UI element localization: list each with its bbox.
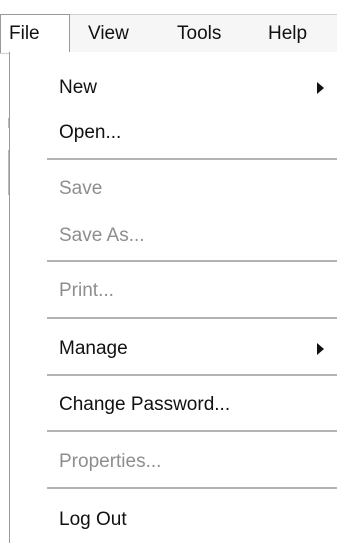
submenu-arrow-icon [317,343,324,355]
menu-item-label: Save As... [59,225,145,246]
submenu-arrow-icon [317,82,324,94]
menu-item-label: Manage [59,338,128,359]
menu-item-print: Print... [59,279,114,303]
menu-separator [47,374,337,376]
menu-separator [47,158,337,160]
menu-item-label: Print... [59,280,114,301]
menu-separator [47,487,337,489]
file-menu-dropdown: New Open... Save Save As... Print... Man… [9,52,337,543]
menu-separator [47,317,337,319]
menu-item-save-as: Save As... [59,224,145,248]
screen: File View Tools Help New Open... Save Sa… [0,0,337,543]
menu-tools[interactable]: Tools [177,15,221,53]
menu-file[interactable]: File [0,14,70,53]
menu-item-open[interactable]: Open... [59,121,121,145]
menu-view[interactable]: View [88,15,129,53]
menu-item-new[interactable]: New [59,76,97,100]
menu-item-manage[interactable]: Manage [59,337,128,361]
menu-help-label: Help [268,23,308,44]
menu-help[interactable]: Help [268,15,307,53]
menu-item-label: Save [59,178,103,199]
menu-view-label: View [88,23,129,44]
menu-item-label: New [59,77,98,98]
menu-separator [47,260,337,262]
menu-item-save: Save [59,177,102,201]
menu-item-log-out[interactable]: Log Out [59,508,127,532]
menu-item-change-password[interactable]: Change Password... [59,393,230,417]
menu-item-label: Open... [59,122,122,143]
menu-item-label: Log Out [59,509,127,530]
menu-separator [47,430,337,432]
menu-item-label: Properties... [59,451,162,472]
menu-item-label: Change Password... [59,394,231,415]
menu-tools-label: Tools [177,23,222,44]
menu-file-label: File [9,23,40,44]
menu-item-properties: Properties... [59,450,161,474]
menu-bar: File View Tools Help [0,14,337,54]
